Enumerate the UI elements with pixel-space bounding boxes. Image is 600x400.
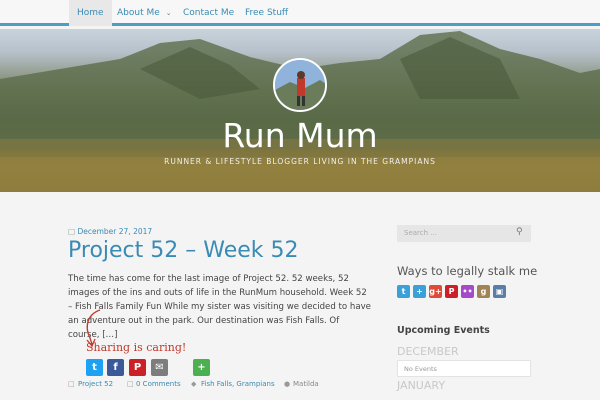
google-plus-social-icon[interactable]: g+ [429,285,442,298]
instagram-social-icon[interactable]: ▣ [493,285,506,298]
more-share-button[interactable]: + [193,359,210,376]
nav-contact-me[interactable]: Contact Me [183,0,234,26]
email-icon: ✉ [155,362,164,373]
flickr-icon: •• [462,287,473,296]
no-events-box: No Events [397,360,531,377]
nav-about-me-label: About Me [117,8,160,18]
twitter-social-icon[interactable]: t [397,285,410,298]
twitter-share-button[interactable]: t [86,359,103,376]
plus-icon: + [416,287,423,296]
pinterest-icon: P [133,362,142,373]
goodreads-icon: g [480,287,487,296]
nav-contact-me-label: Contact Me [183,8,235,18]
post-category[interactable]: Project 52 [78,380,113,388]
email-share-button[interactable]: ✉ [151,359,168,376]
plus-social-icon[interactable]: + [413,285,426,298]
search-placeholder: Search ... [404,229,437,237]
social-widget-title: Ways to legally stalk me [397,264,538,278]
month-december: DECEMBER [397,345,459,358]
facebook-share-button[interactable]: f [107,359,124,376]
google-plus-icon: g+ [429,287,442,296]
nav-home[interactable]: Home [69,0,112,26]
nav-about-me[interactable]: About Me ⌄ [117,0,172,26]
comment-icon: □ [127,380,134,388]
flickr-social-icon[interactable]: •• [461,285,474,298]
post-date-text: December 27, 2017 [77,227,153,236]
nav-free-stuff[interactable]: Free Stuff [245,0,288,26]
events-widget-title: Upcoming Events [397,325,490,336]
pinterest-social-icon[interactable]: P [445,285,458,298]
nav-home-label: Home [77,8,104,18]
goodreads-social-icon[interactable]: g [477,285,490,298]
post-comments[interactable]: 0 Comments [136,380,181,388]
top-navigation: Home About Me ⌄ Contact Me Free Stuff [0,0,600,26]
site-tagline: RUNNER & LIFESTYLE BLOGGER LIVING IN THE… [164,157,436,166]
nav-free-stuff-label: Free Stuff [245,8,289,18]
profile-avatar[interactable] [273,58,327,112]
header-banner: Run Mum RUNNER & LIFESTYLE BLOGGER LIVIN… [0,29,600,192]
pinterest-share-button[interactable]: P [129,359,146,376]
search-icon[interactable]: ⚲ [516,227,523,237]
instagram-icon: ▣ [495,287,504,296]
twitter-icon: t [401,287,406,296]
calendar-icon: □ [68,227,76,236]
plus-icon: + [197,362,206,373]
facebook-icon: f [113,362,118,373]
user-icon: ● [284,380,291,388]
post-author[interactable]: Matilda [293,380,319,388]
post-excerpt: The time has come for the last image of … [68,274,371,340]
folder-icon: □ [68,380,75,388]
chevron-down-icon: ⌄ [165,9,172,17]
tag-icon: ◆ [191,380,197,388]
sharing-label: Sharing is caring! [86,341,187,354]
post-date[interactable]: □ December 27, 2017 [68,227,152,236]
site-title[interactable]: Run Mum [0,116,600,155]
post-tags[interactable]: Fish Falls, Grampians [201,380,275,388]
pinterest-icon: P [448,287,455,296]
twitter-icon: t [92,362,97,373]
post-title[interactable]: Project 52 – Week 52 [68,238,299,263]
month-january: JANUARY [397,379,446,392]
no-events-text: No Events [404,365,437,373]
